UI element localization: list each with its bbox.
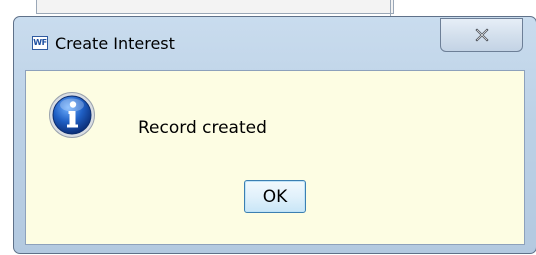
info-icon xyxy=(49,92,95,138)
close-button[interactable] xyxy=(440,18,523,52)
dialog-title: Create Interest xyxy=(55,34,175,53)
app-wf-icon: WF xyxy=(32,36,48,50)
create-interest-dialog: WF Create Interest Record created OK xyxy=(13,16,536,254)
dialog-body: Record created OK xyxy=(25,70,525,245)
dialog-message: Record created xyxy=(138,118,267,138)
dialog-titlebar[interactable]: WF Create Interest xyxy=(14,17,536,69)
background-window-divider xyxy=(390,0,391,16)
close-x-icon xyxy=(474,28,489,42)
ok-button[interactable]: OK xyxy=(244,180,306,213)
background-window-edge xyxy=(36,0,394,14)
